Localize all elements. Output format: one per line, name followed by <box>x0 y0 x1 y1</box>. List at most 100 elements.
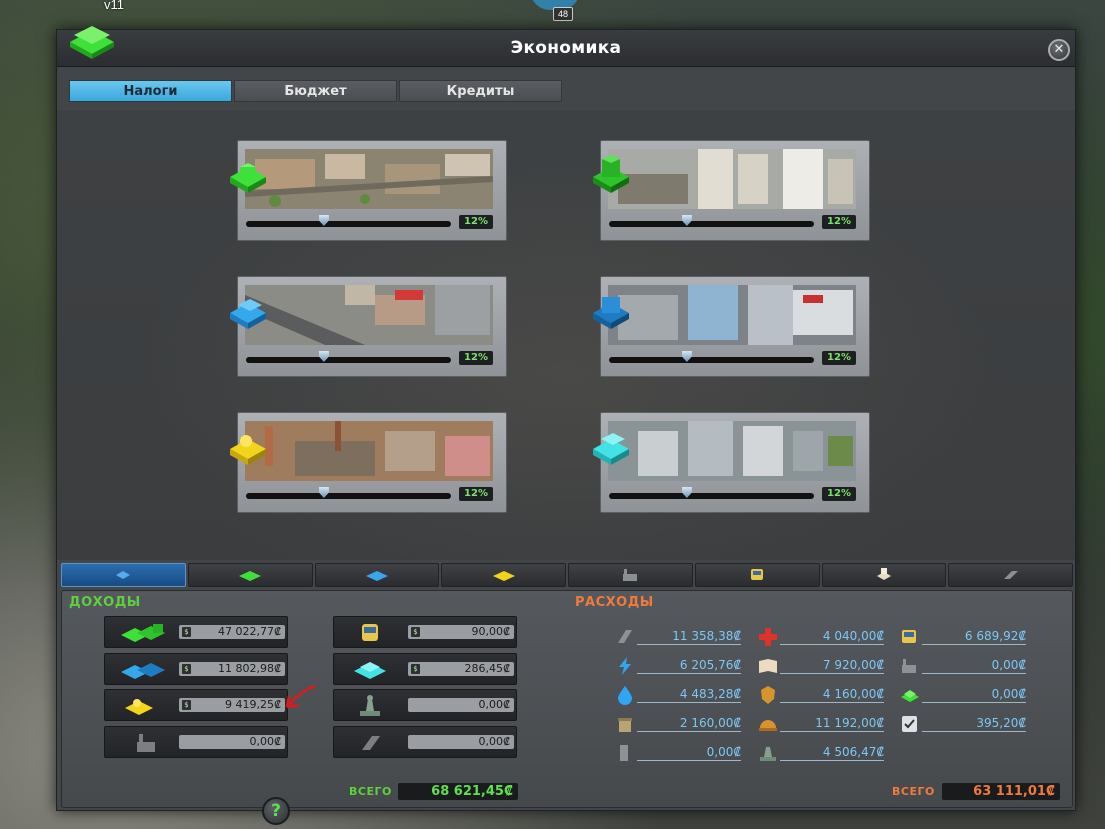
income-item[interactable]: 0,00₡ <box>333 689 517 721</box>
income-item[interactable]: 0,00₡ <box>104 726 288 758</box>
income-title: ДОХОДЫ <box>69 595 141 610</box>
expense-value: 7 920,00₡ <box>780 658 884 674</box>
income-value: 0,00₡ <box>408 735 514 749</box>
expense-item[interactable]: 2 160,00₡ <box>615 713 745 735</box>
factory-icon <box>902 659 916 673</box>
cat-tab-commercial[interactable] <box>314 563 440 587</box>
expense-item[interactable]: 4 483,28₡ <box>615 684 745 706</box>
expense-value: 2 160,00₡ <box>637 716 741 732</box>
expense-item[interactable]: 4 506,47₡ <box>758 742 888 764</box>
expense-item[interactable]: 0,00₡ <box>615 742 745 764</box>
electricity-icon <box>619 657 631 675</box>
tax-rate: 12% <box>459 351 493 365</box>
commercial-icon <box>121 663 165 679</box>
commercial-low-image <box>245 285 493 345</box>
expense-value: 0,00₡ <box>922 658 1026 674</box>
residential-low-image <box>245 149 493 209</box>
expense-value: 0,00₡ <box>637 745 741 761</box>
cat-tab-transport[interactable] <box>694 563 820 587</box>
cat-tab-all[interactable] <box>61 563 186 587</box>
factory-icon <box>137 734 155 752</box>
expense-item[interactable]: 11 192,00₡ <box>758 713 888 735</box>
income-value: 0,00₡ <box>408 698 514 712</box>
commercial-high-icon <box>593 297 629 329</box>
income-item[interactable]: $9 419,25₡ <box>104 689 288 721</box>
income-item[interactable]: $90,00₡ <box>333 616 517 648</box>
expense-value: 4 506,47₡ <box>780 745 884 761</box>
residential-high-icon <box>593 155 629 193</box>
money-icon: $ <box>182 627 191 637</box>
cat-tab-tourism[interactable] <box>821 563 947 587</box>
expense-value: 4 483,28₡ <box>637 687 741 703</box>
income-item[interactable]: 0,00₡ <box>333 726 517 758</box>
tax-slider-thumb[interactable] <box>318 487 329 498</box>
road-icon <box>362 736 380 750</box>
tax-panels-area: 12% 12% 12% 12% 12% 12% <box>57 110 1075 560</box>
expense-item[interactable]: 6 205,76₡ <box>615 655 745 677</box>
expense-value: 4 160,00₡ <box>780 687 884 703</box>
tab-loans[interactable]: Кредиты <box>399 80 562 102</box>
tax-slider-thumb[interactable] <box>318 351 329 362</box>
tax-rate: 12% <box>822 487 856 501</box>
annotation-arrow-icon <box>285 684 316 709</box>
income-item[interactable]: $47 022,77₡ <box>104 616 288 648</box>
money-icon <box>70 26 114 59</box>
tab-taxes[interactable]: Налоги <box>69 80 232 102</box>
tax-slider[interactable] <box>246 487 451 499</box>
residential-icon <box>121 624 165 642</box>
tax-slider[interactable] <box>609 351 814 363</box>
industrial-icon <box>492 571 515 581</box>
close-icon: ✕ <box>1053 42 1065 57</box>
health-icon <box>759 628 777 646</box>
water-icon <box>618 686 632 705</box>
tax-slider[interactable] <box>246 215 451 227</box>
tab-budget[interactable]: Бюджет <box>234 80 397 102</box>
cat-tab-office[interactable] <box>568 563 693 587</box>
title-bar[interactable]: Экономика ✕ <box>57 30 1075 67</box>
tax-slider[interactable] <box>609 487 814 499</box>
expense-total-label: ВСЕГО <box>892 785 935 798</box>
other-icon <box>1003 571 1018 579</box>
cat-tab-residential[interactable] <box>187 563 313 587</box>
tax-slider-thumb[interactable] <box>681 215 692 226</box>
expense-item[interactable]: 395,20₡ <box>900 713 1030 735</box>
expense-item[interactable]: 4 040,00₡ <box>758 626 888 648</box>
tax-slider-thumb[interactable] <box>681 487 692 498</box>
tax-slider-thumb[interactable] <box>681 351 692 362</box>
tax-rate: 12% <box>822 215 856 229</box>
commercial-icon <box>365 571 388 581</box>
income-value: $90,00₡ <box>408 625 514 639</box>
expense-total-value: 63 111,01₡ <box>942 783 1060 800</box>
hud-badge: 48 <box>553 7 573 21</box>
monument-icon <box>620 745 628 761</box>
expense-item[interactable]: 7 920,00₡ <box>758 655 888 677</box>
expense-item[interactable]: 11 358,38₡ <box>615 626 745 648</box>
expense-value: 0,00₡ <box>922 687 1026 703</box>
expense-item[interactable]: 6 689,92₡ <box>900 626 1030 648</box>
expense-title: РАСХОДЫ <box>575 595 654 610</box>
money-icon <box>901 690 919 702</box>
industrial-icon <box>125 699 153 715</box>
help-button[interactable]: ? <box>262 797 290 825</box>
money-icon: $ <box>411 627 420 637</box>
cat-tab-industrial[interactable] <box>441 563 566 587</box>
residential-icon <box>239 571 262 581</box>
expense-item[interactable]: 0,00₡ <box>900 684 1030 706</box>
expense-item[interactable]: 0,00₡ <box>900 655 1030 677</box>
park-icon <box>760 747 776 761</box>
tax-slider[interactable] <box>609 215 814 227</box>
income-item[interactable]: $286,45₡ <box>333 653 517 685</box>
category-tabs <box>61 563 1073 589</box>
income-item[interactable]: $11 802,98₡ <box>104 653 288 685</box>
bus-icon <box>362 624 378 641</box>
tax-slider-thumb[interactable] <box>318 215 329 226</box>
residential-low-icon <box>230 163 266 193</box>
cat-tab-other[interactable] <box>948 563 1073 587</box>
close-button[interactable]: ✕ <box>1048 39 1070 61</box>
tax-panel-commercial-low: 12% <box>230 276 507 377</box>
economy-tabs: Налоги Бюджет Кредиты <box>69 80 562 102</box>
income-value: $11 802,98₡ <box>179 662 285 676</box>
tax-slider[interactable] <box>246 351 451 363</box>
expense-item[interactable]: 4 160,00₡ <box>758 684 888 706</box>
factory-icon <box>623 569 638 581</box>
